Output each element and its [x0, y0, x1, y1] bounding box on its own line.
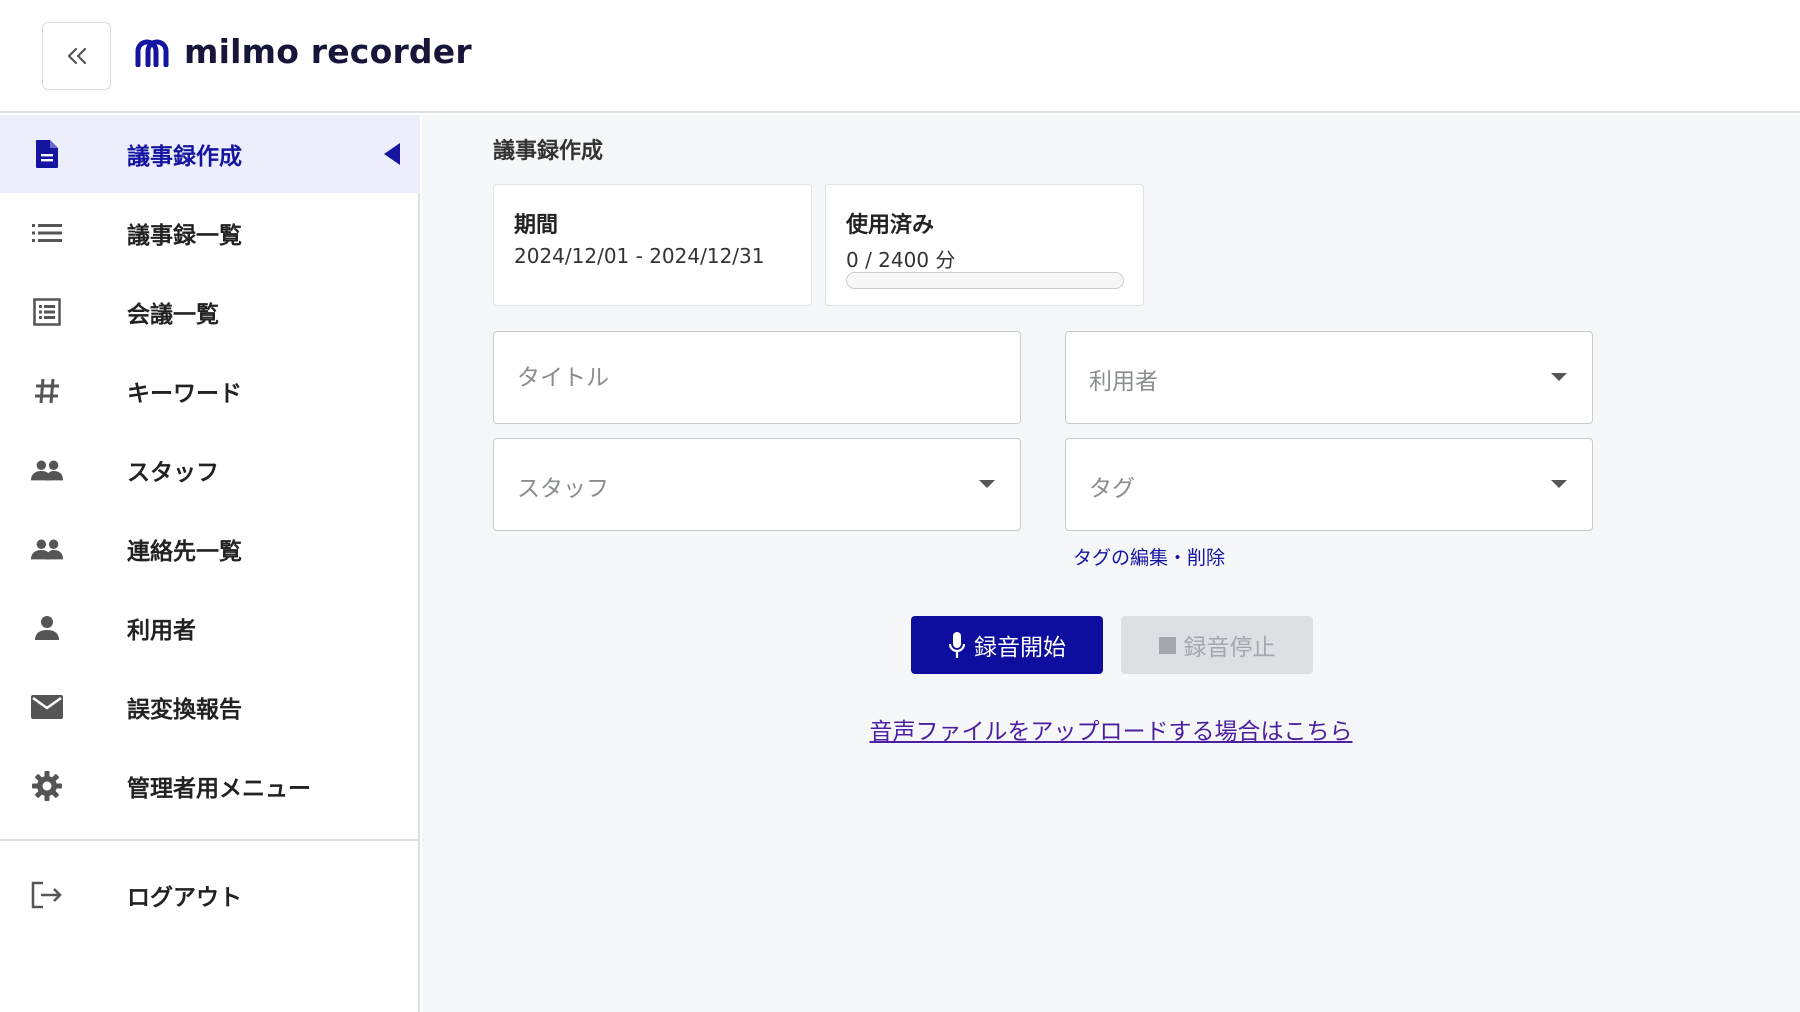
user-select-placeholder: 利用者	[1089, 369, 1158, 395]
period-value: 2024/12/01 - 2024/12/31	[514, 244, 765, 268]
staff-select-placeholder: スタッフ	[517, 476, 609, 502]
sidebar-item-keywords[interactable]: キーワード	[0, 352, 420, 430]
microphone-icon	[948, 632, 966, 658]
period-title: 期間	[514, 213, 559, 238]
sidebar-item-label: 会議一覧	[127, 302, 219, 328]
sidebar-item-minutes-list[interactable]: 議事録一覧	[0, 194, 420, 272]
tag-select[interactable]: タグ	[1065, 438, 1593, 531]
sidebar-item-label: 連絡先一覧	[127, 539, 242, 565]
person-icon	[30, 611, 64, 645]
sidebar-item-label: 管理者用メニュー	[127, 776, 311, 802]
usage-title: 使用済み	[846, 213, 935, 238]
sidebar-item-staff[interactable]: スタッフ	[0, 431, 420, 509]
double-chevron-left-icon	[67, 47, 86, 65]
sidebar-item-meetings[interactable]: 会議一覧	[0, 273, 420, 351]
tag-edit-link[interactable]: タグの編集・削除	[1073, 543, 1225, 570]
sidebar-item-label: キーワード	[127, 381, 242, 407]
sidebar-item-contacts[interactable]: 連絡先一覧	[0, 510, 420, 588]
usage-progress-bar	[846, 272, 1124, 289]
record-start-button[interactable]: 録音開始	[911, 616, 1103, 674]
gear-icon	[30, 769, 64, 803]
logout-button[interactable]: ログアウト	[0, 856, 420, 934]
sidebar-item-misconversion-report[interactable]: 誤変換報告	[0, 668, 420, 746]
user-select[interactable]: 利用者	[1065, 331, 1593, 424]
checklist-icon	[30, 295, 64, 329]
people-icon	[30, 453, 64, 487]
record-stop-label: 録音停止	[1183, 635, 1276, 661]
hash-icon	[30, 374, 64, 408]
mail-icon	[30, 690, 64, 724]
list-icon	[30, 216, 64, 250]
milmo-logo-mark-icon	[135, 39, 169, 67]
record-start-label: 録音開始	[974, 635, 1066, 661]
sidebar-item-label: 誤変換報告	[127, 697, 242, 723]
sidebar-item-label: スタッフ	[127, 460, 219, 486]
stop-icon	[1158, 636, 1176, 654]
title-field[interactable]	[493, 331, 1021, 424]
record-stop-button[interactable]: 録音停止	[1121, 616, 1313, 674]
tag-select-placeholder: タグ	[1089, 476, 1135, 502]
active-indicator-icon	[384, 143, 400, 165]
sidebar-item-label: 議事録一覧	[127, 223, 242, 249]
title-input[interactable]	[494, 332, 1020, 423]
period-card: 期間 2024/12/01 - 2024/12/31	[493, 184, 812, 306]
sidebar-item-users[interactable]: 利用者	[0, 589, 420, 667]
collapse-sidebar-button[interactable]	[42, 22, 111, 90]
dropdown-arrow-icon	[1551, 373, 1567, 381]
sidebar-item-admin-menu[interactable]: 管理者用メニュー	[0, 747, 420, 825]
logout-label: ログアウト	[127, 885, 242, 911]
sidebar-item-minutes-create[interactable]: 議事録作成	[0, 115, 420, 193]
dropdown-arrow-icon	[979, 480, 995, 488]
app-logo-text: milmo recorder	[184, 32, 472, 71]
document-icon	[30, 137, 64, 171]
page-title: 議事録作成	[493, 139, 604, 164]
staff-select[interactable]: スタッフ	[493, 438, 1021, 531]
app-header: milmo recorder	[0, 0, 1800, 113]
main-content: 議事録作成 期間 2024/12/01 - 2024/12/31 使用済み 0 …	[422, 115, 1800, 1012]
usage-value: 0 / 2400 分	[846, 248, 956, 272]
app-logo: milmo recorder	[134, 32, 472, 71]
sidebar: 議事録作成 議事録一覧 会議一覧 キーワード スタッフ 連絡先一覧 利用者 誤変…	[0, 115, 420, 1012]
people-icon	[30, 532, 64, 566]
upload-audio-link[interactable]: 音声ファイルをアップロードする場合はこちら	[855, 712, 1367, 746]
sidebar-divider	[0, 839, 420, 841]
sidebar-item-label: 議事録作成	[127, 144, 242, 170]
logout-icon	[30, 878, 64, 912]
dropdown-arrow-icon	[1551, 480, 1567, 488]
sidebar-item-label: 利用者	[127, 618, 196, 644]
usage-card: 使用済み 0 / 2400 分	[825, 184, 1144, 306]
